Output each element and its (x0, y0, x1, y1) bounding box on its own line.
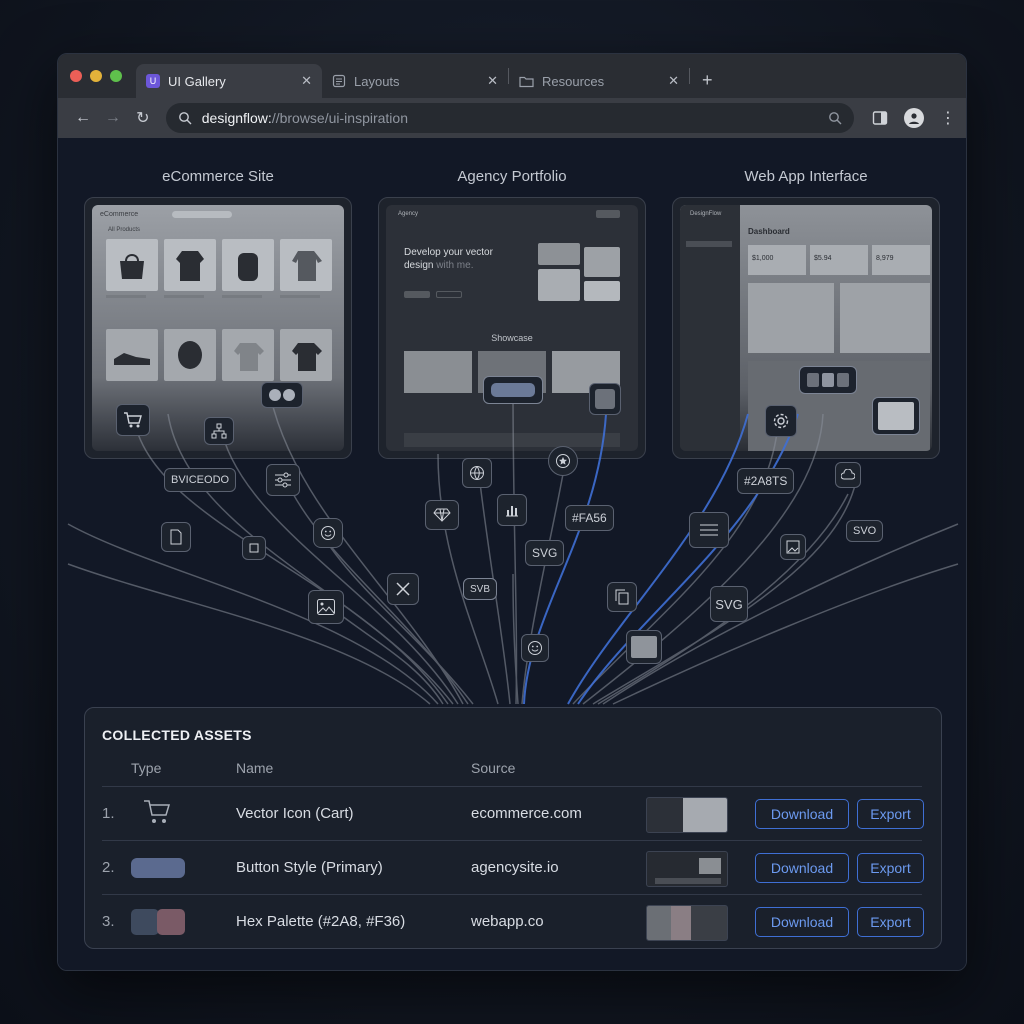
asset-source: agencysite.io (471, 859, 559, 876)
file-small-icon[interactable] (242, 536, 266, 560)
copy-icon[interactable] (607, 582, 637, 612)
hex-chip-2a8ts[interactable]: #2A8TS (737, 468, 795, 494)
button-style-chip[interactable] (483, 376, 543, 404)
button-style-swatch (131, 858, 185, 878)
download-button[interactable]: Download (755, 907, 849, 937)
asset-thumbnail (646, 905, 728, 941)
svo-chip[interactable]: SVO (846, 520, 884, 542)
hex-chip-fa56[interactable]: #FA56 (565, 505, 614, 531)
gear-icon[interactable] (765, 405, 797, 437)
segmented-control-chip[interactable] (799, 366, 857, 394)
hierarchy-icon[interactable] (204, 417, 234, 445)
asset-thumbnail (646, 797, 728, 833)
badge-icon[interactable] (548, 446, 578, 476)
palette-swatch-b (157, 909, 185, 935)
browser-window: U UI Gallery ✕ Layouts ✕ Resources ✕ + ←… (57, 53, 967, 971)
asset-source: webapp.co (471, 913, 544, 930)
asset-thumbnail (646, 851, 728, 887)
assets-title: COLLECTED ASSETS (102, 727, 252, 743)
palette-swatch-a (131, 909, 159, 935)
asset-name: Button Style (Primary) (236, 859, 383, 876)
cloud-icon[interactable] (835, 462, 861, 488)
file-icon[interactable] (161, 522, 191, 552)
image-thumb-chip[interactable] (872, 397, 920, 435)
sliders-icon[interactable] (266, 464, 300, 496)
svg-chip[interactable]: SVG (525, 540, 565, 566)
image-icon[interactable] (780, 534, 806, 560)
list-icon[interactable] (689, 512, 729, 548)
row-number: 1. (102, 805, 115, 822)
download-button[interactable]: Download (755, 853, 849, 883)
column-header-type: Type (131, 760, 162, 776)
photo-thumb-chip[interactable] (626, 630, 662, 664)
column-header-source: Source (471, 760, 516, 776)
globe-icon[interactable] (462, 458, 492, 488)
cart-icon (144, 800, 171, 823)
image-icon[interactable] (308, 590, 344, 624)
export-button[interactable]: Export (857, 853, 924, 883)
column-header-name: Name (236, 760, 274, 776)
export-button[interactable]: Export (857, 799, 924, 829)
row-number: 3. (102, 913, 115, 930)
collected-assets-panel: COLLECTED ASSETS Type Name Source 1. Vec… (84, 707, 942, 949)
toggle-chip-icon[interactable] (261, 382, 303, 408)
export-button[interactable]: Export (857, 907, 924, 937)
download-button[interactable]: Download (755, 799, 849, 829)
asset-name: Vector Icon (Cart) (236, 805, 354, 822)
diamond-icon[interactable] (425, 500, 459, 530)
tools-icon[interactable] (387, 573, 419, 605)
asset-source: ecommerce.com (471, 805, 582, 822)
code-chip[interactable]: BVICEODO (164, 468, 237, 492)
smiley-icon[interactable] (521, 634, 549, 662)
smiley-icon[interactable] (313, 518, 343, 548)
row-number: 2. (102, 859, 115, 876)
square-chip[interactable] (589, 383, 621, 415)
svb-chip[interactable]: SVB (463, 578, 498, 600)
cart-icon[interactable] (116, 404, 150, 436)
asset-name: Hex Palette (#2A8, #F36) (236, 913, 406, 930)
chart-icon[interactable] (497, 494, 527, 526)
